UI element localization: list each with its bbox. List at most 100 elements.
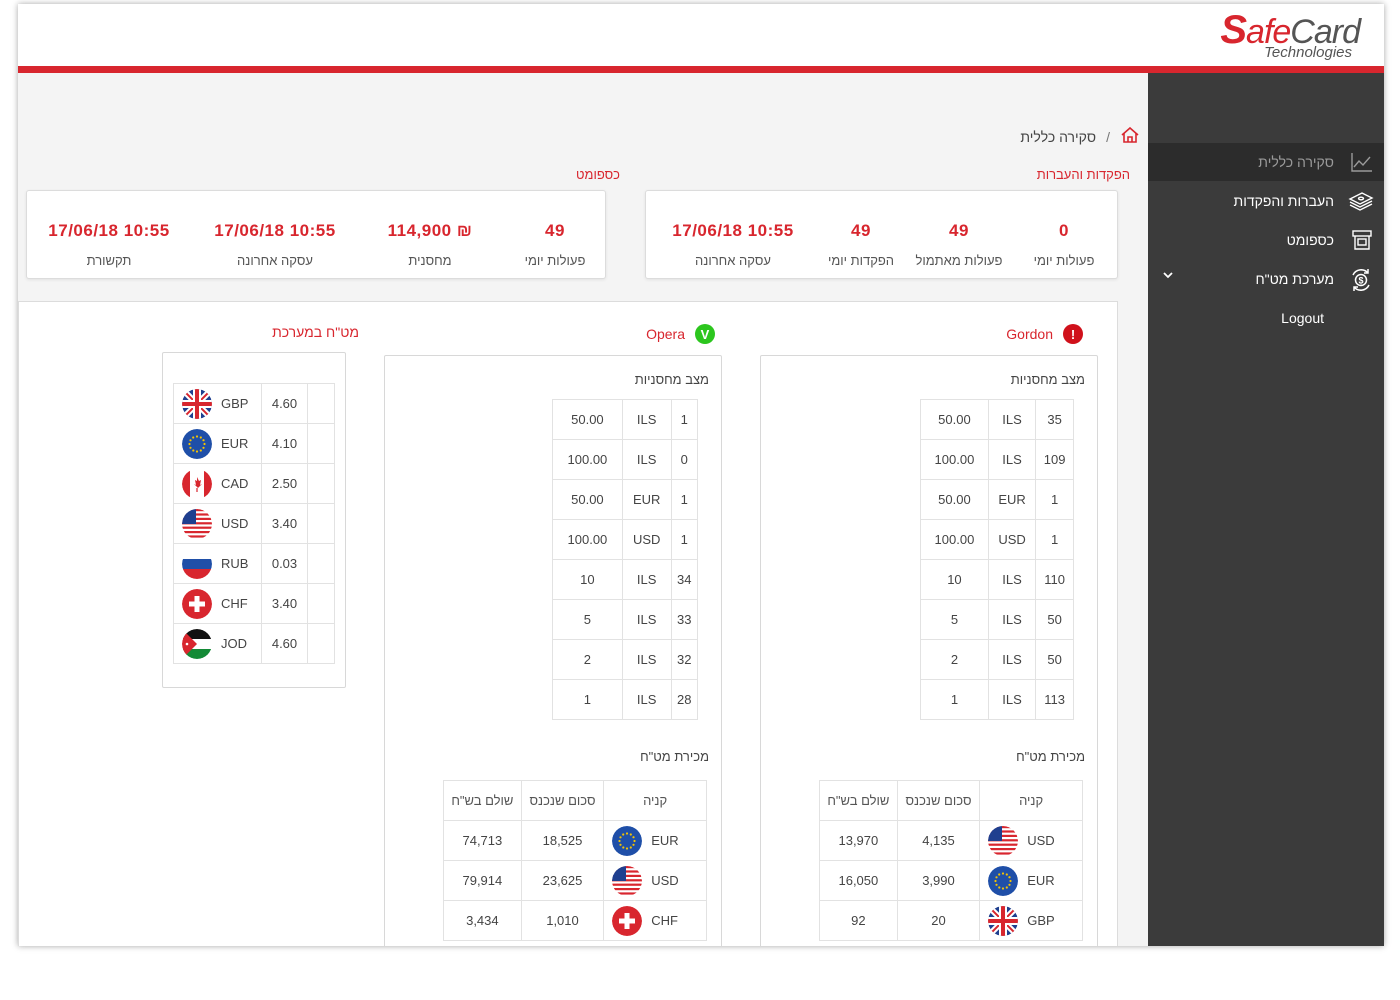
logout-button[interactable]: Logout [1148, 299, 1384, 337]
cassette-denomination: 2 [920, 639, 989, 680]
inventory-table: 1 ILS 50.00 0 ILS 100.00 1 EUR 50.00 1 USD 100.00 34… [552, 399, 699, 720]
sidebar-item-transfers[interactable]: העברות והפקדות [1148, 182, 1384, 220]
column-header: קניה [979, 780, 1083, 821]
rate-value: 2.50 [261, 463, 308, 504]
cassette-denomination: 100.00 [920, 519, 989, 560]
sidebar-item-forex[interactable]: $ מערכת מט"ח [1148, 260, 1384, 298]
rate-row: 4.60 GBP [173, 383, 335, 424]
machine-name: Gordon [1006, 326, 1053, 342]
cassette-currency: ILS [987, 679, 1037, 720]
rate-currency: RUB [173, 543, 262, 584]
money-stack-icon [1348, 189, 1374, 213]
home-icon[interactable] [1120, 125, 1140, 148]
atm-summary-card: 49 פעולות יומי ₪ 114,900 מחסנית 10:55 17/0… [26, 190, 606, 279]
inventory-row: 32 ILS 2 [552, 639, 699, 680]
sales-row: USD 23,625 79,914 [443, 860, 707, 901]
rates-card: 4.60 GBP 4.10 EUR 2.50 CAD 3.40 USD 0.03 RUB 3.40 C… [162, 352, 346, 688]
cassette-currency: ILS [987, 399, 1037, 440]
rate-currency: GBP [173, 383, 262, 424]
rate-currency: CHF [173, 583, 262, 624]
cassette-denomination: 5 [920, 599, 989, 640]
cassette-currency: USD [621, 519, 672, 560]
paid-ils: 79,914 [443, 860, 522, 901]
amount-in: 23,625 [520, 860, 605, 901]
inventory-row: 33 ILS 5 [552, 599, 699, 640]
sidebar-item-label: העברות והפקדות [1233, 193, 1334, 209]
chevron-down-icon[interactable] [1162, 269, 1174, 284]
us-flag-icon [182, 508, 212, 539]
cassette-currency: ILS [987, 599, 1037, 640]
rate-extra [307, 583, 335, 624]
cassette-currency: ILS [621, 639, 672, 680]
cassette-denomination: 50.00 [552, 399, 623, 440]
cassette-denomination: 100.00 [552, 439, 623, 480]
paid-ils: 74,713 [443, 820, 522, 861]
rate-extra [307, 383, 335, 424]
sales-currency: CHF [603, 900, 707, 941]
sales-currency: EUR [603, 820, 707, 861]
cassette-currency: EUR [621, 479, 672, 520]
currency-code: CHF [221, 596, 248, 611]
sales-currency: EUR [979, 860, 1083, 901]
currency-code: EUR [1027, 873, 1055, 888]
top-bar: SafeCard Technologies [18, 4, 1384, 66]
cassette-count: 50 [1035, 599, 1074, 640]
paid-ils: 16,050 [819, 860, 898, 901]
amount-in: 3,990 [896, 860, 981, 901]
currency-code: CAD [221, 476, 249, 491]
machines-panel: ! Gordon מצב מחסניות 35 ILS 50.00 109 ILS 100… [18, 301, 1118, 946]
cassette-count: 109 [1035, 439, 1074, 480]
cassette-count: 1 [670, 399, 699, 440]
atm-icon [1350, 228, 1374, 252]
rate-value: 4.10 [261, 423, 308, 464]
machine-header-opera[interactable]: V Opera [646, 324, 715, 344]
currency-code: RUB [221, 556, 249, 571]
inventory-row: 35 ILS 50.00 [920, 399, 1074, 440]
inventory-title: מצב מחסניות [634, 372, 709, 387]
rate-value: 3.40 [261, 583, 308, 624]
atm-stat: 10:55 17/06/18 תקשורת [48, 221, 170, 268]
inventory-row: 1 USD 100.00 [920, 519, 1074, 560]
cassette-count: 113 [1035, 679, 1074, 720]
cassette-denomination: 100.00 [920, 439, 989, 480]
cassette-currency: ILS [621, 399, 672, 440]
rate-row: 3.40 USD [173, 503, 335, 544]
swiss-flag-icon [182, 588, 212, 619]
machine-card-opera: מצב מחסניות 1 ILS 50.00 0 ILS 100.00 1 EUR 50.00… [384, 355, 722, 946]
sales-row: USD 4,135 13,970 [819, 820, 1083, 861]
cassette-count: 1 [670, 479, 699, 520]
column-header: סכום שנכנס [520, 780, 605, 821]
atm-stat: 10:55 17/06/18 עסקה אחרונה [214, 221, 336, 268]
cassette-denomination: 100.00 [552, 519, 623, 560]
cassette-denomination: 10 [552, 559, 623, 600]
cassette-denomination: 10 [920, 559, 989, 600]
cassette-count: 1 [1035, 519, 1074, 560]
sidebar-item-label: מערכת מט"ח [1255, 271, 1334, 287]
inventory-row: 1 EUR 50.00 [920, 479, 1074, 520]
rate-value: 4.60 [261, 383, 308, 424]
rate-currency: CAD [173, 463, 262, 504]
canada-flag-icon [182, 468, 212, 499]
rate-value: 4.60 [261, 623, 308, 664]
eu-flag-icon [612, 825, 643, 856]
rate-row: 3.40 CHF [173, 583, 335, 624]
sidebar-item-overview[interactable]: סקירה כללית [1148, 143, 1384, 181]
cassette-count: 0 [670, 439, 699, 480]
cassette-currency: ILS [987, 439, 1037, 480]
sidebar-item-atm[interactable]: כספומט [1148, 221, 1384, 259]
cassette-denomination: 1 [552, 679, 623, 720]
atm-title: כספומט [576, 167, 620, 182]
breadcrumb: / סקירה כללית [1020, 125, 1140, 148]
machine-header-gordon[interactable]: ! Gordon [1006, 324, 1083, 344]
rate-row: 0.03 RUB [173, 543, 335, 584]
amount-in: 18,525 [520, 820, 605, 861]
currency-code: USD [651, 873, 679, 888]
sales-currency: GBP [979, 900, 1083, 941]
column-header: שולם בש"ח [443, 780, 522, 821]
app-window: SafeCard Technologies סקירה כללית העברות… [18, 4, 1384, 946]
safecard-logo[interactable]: SafeCard Technologies [1185, 8, 1361, 62]
cassette-currency: USD [987, 519, 1037, 560]
cassette-denomination: 50.00 [552, 479, 623, 520]
deposits-summary-card: 0 פעולות יומי 49 פעולות מאתמול 49 הפקדות יו… [645, 190, 1118, 279]
sidebar: סקירה כללית העברות והפקדות כספומט $ מערכ… [1148, 73, 1384, 946]
